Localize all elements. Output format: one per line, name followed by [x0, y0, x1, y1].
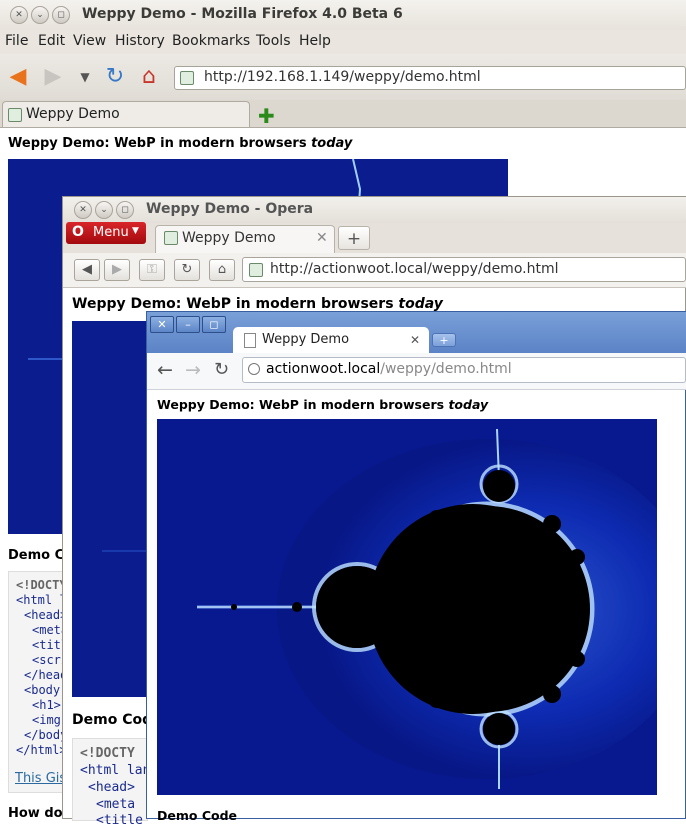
globe-icon[interactable]: [248, 363, 260, 375]
minimize-icon[interactable]: ⌄: [95, 201, 113, 219]
close-icon[interactable]: ✕: [150, 316, 174, 333]
reload-icon[interactable]: ↻: [102, 64, 128, 90]
opera-demo-code-heading: Demo Cod: [72, 712, 153, 728]
back-icon[interactable]: ◀: [5, 64, 31, 90]
forward-icon[interactable]: ▶: [40, 64, 66, 90]
history-dropdown-icon[interactable]: ▼: [72, 64, 98, 90]
menu-history[interactable]: History: [115, 33, 165, 49]
code-line: <meta: [96, 797, 136, 812]
maximize-icon[interactable]: ◻: [116, 201, 134, 219]
chrome-demo-code-heading: Demo Code: [157, 808, 238, 823]
key-icon[interactable]: ⚿: [139, 259, 165, 281]
code-line: <img: [32, 713, 61, 727]
menu-view[interactable]: View: [73, 33, 106, 49]
menu-tools[interactable]: Tools: [256, 33, 291, 49]
code-line: <body: [24, 683, 61, 697]
code-line: <!DOCTY: [16, 578, 67, 592]
menu-help[interactable]: Help: [299, 33, 331, 49]
gist-link[interactable]: This Gis: [15, 771, 66, 786]
code-line: <head>: [88, 780, 135, 795]
url-text[interactable]: http://192.168.1.149/weppy/demo.html: [204, 69, 481, 85]
home-icon[interactable]: ⌂: [136, 64, 162, 90]
chrome-page-heading: Weppy Demo: WebP in modern browsers toda…: [157, 397, 489, 412]
menu-bookmarks[interactable]: Bookmarks: [172, 33, 250, 49]
opera-menu-button[interactable]: O Menu ▼: [66, 222, 146, 244]
code-line: <head>: [24, 608, 68, 622]
code-line: <!DOCTY: [80, 746, 135, 761]
opera-menu-label: Menu: [93, 225, 129, 240]
minimize-icon[interactable]: ⌄: [31, 6, 49, 24]
tab-label: Weppy Demo: [26, 106, 120, 122]
back-icon[interactable]: ←: [157, 359, 173, 381]
code-line: <h1>: [32, 698, 61, 712]
code-line: <html lan: [80, 763, 151, 778]
new-tab-icon[interactable]: ✚: [258, 104, 275, 128]
opera-fractal-image: [72, 321, 146, 697]
opera-logo-icon: O: [72, 224, 84, 240]
close-tab-icon[interactable]: ✕: [410, 333, 420, 347]
home-icon[interactable]: ⌂: [209, 259, 235, 281]
page-icon: [244, 333, 256, 348]
window-title: Weppy Demo - Mozilla Firefox 4.0 Beta 6: [82, 6, 403, 22]
mandelbrot-image: [157, 419, 657, 795]
reload-icon[interactable]: ↻: [214, 359, 229, 380]
chevron-down-icon: ▼: [132, 226, 139, 236]
new-tab-icon[interactable]: +: [338, 226, 370, 250]
code-line: </html>: [16, 743, 67, 757]
back-icon[interactable]: ◀: [74, 259, 100, 281]
code-line: </head: [24, 668, 68, 682]
forward-icon[interactable]: →: [185, 359, 201, 381]
code-line: </body: [24, 728, 68, 742]
close-tab-icon[interactable]: ✕: [316, 230, 328, 246]
chrome-url-text[interactable]: actionwoot.local/weppy/demo.html: [266, 361, 512, 377]
site-identity-icon[interactable]: [249, 263, 263, 277]
opera-tab-label: Weppy Demo: [182, 230, 276, 246]
minimize-icon[interactable]: –: [176, 316, 200, 333]
reload-icon[interactable]: ↻: [174, 259, 200, 281]
menu-file[interactable]: File: [5, 33, 28, 49]
forward-icon[interactable]: ▶: [104, 259, 130, 281]
page-heading: Weppy Demo: WebP in modern browsers toda…: [8, 136, 353, 151]
chrome-tab-label: Weppy Demo: [262, 332, 350, 347]
site-identity-icon[interactable]: [180, 71, 194, 85]
code-line: <title: [96, 813, 143, 828]
close-icon[interactable]: ✕: [74, 201, 92, 219]
opera-url-text[interactable]: http://actionwoot.local/weppy/demo.html: [270, 261, 558, 277]
new-tab-icon[interactable]: +: [432, 333, 456, 347]
tab-favicon-icon: [8, 108, 22, 122]
maximize-icon[interactable]: ◻: [202, 316, 226, 333]
opera-window-title: Weppy Demo - Opera: [146, 201, 314, 217]
tab-favicon-icon: [164, 231, 178, 245]
opera-page-heading: Weppy Demo: WebP in modern browsers toda…: [72, 296, 443, 312]
close-icon[interactable]: ✕: [10, 6, 28, 24]
menu-edit[interactable]: Edit: [38, 33, 65, 49]
maximize-icon[interactable]: ◻: [52, 6, 70, 24]
